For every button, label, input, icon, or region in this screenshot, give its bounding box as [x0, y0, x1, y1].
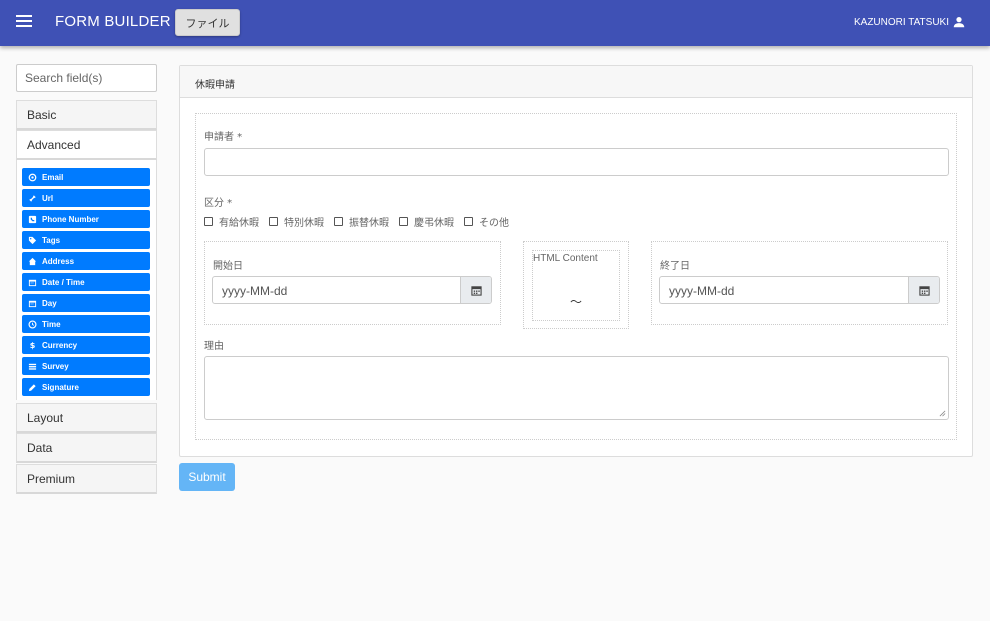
- end-date-field[interactable]: yyyy-MM-dd: [659, 276, 940, 304]
- hamburger-menu-icon[interactable]: [16, 15, 32, 29]
- option-label: 振替休暇: [349, 218, 389, 229]
- checkbox[interactable]: [204, 217, 213, 226]
- at-icon: [28, 173, 37, 182]
- file-menu-button[interactable]: ファイル: [175, 9, 240, 36]
- checkbox[interactable]: [269, 217, 278, 226]
- component-time-button[interactable]: Time: [22, 315, 150, 333]
- search-fields-input[interactable]: [16, 64, 157, 92]
- resize-handle-icon[interactable]: [939, 410, 946, 417]
- component-label: Date / Time: [42, 277, 85, 287]
- home-icon: [28, 257, 37, 266]
- start-date-label: 開始日: [213, 261, 243, 272]
- option-label: 特別休暇: [284, 218, 324, 229]
- account-icon: [953, 17, 965, 28]
- component-phone-number-button[interactable]: Phone Number: [22, 210, 150, 228]
- component-url-button[interactable]: Url: [22, 189, 150, 207]
- group-basic[interactable]: Basic: [16, 100, 157, 130]
- group-layout[interactable]: Layout: [16, 403, 157, 433]
- phone-icon: [28, 215, 37, 224]
- applicant-input[interactable]: [204, 148, 949, 176]
- start-date-input[interactable]: yyyy-MM-dd: [213, 277, 460, 303]
- dollar-icon: $: [29, 340, 36, 350]
- pencil-icon: [28, 383, 37, 392]
- checkbox[interactable]: [464, 217, 473, 226]
- category-checkbox-group: 有給休暇 特別休暇 振替休暇 慶弔休暇 その他: [204, 214, 519, 229]
- category-option-substitute-leave[interactable]: 振替休暇: [334, 214, 389, 229]
- component-label: Signature: [42, 382, 79, 392]
- end-date-input[interactable]: yyyy-MM-dd: [660, 277, 908, 303]
- component-label: Currency: [42, 340, 78, 350]
- checkbox[interactable]: [399, 217, 408, 226]
- checkbox[interactable]: [334, 217, 343, 226]
- end-date-label: 終了日: [660, 261, 690, 272]
- component-email-button[interactable]: Email: [22, 168, 150, 186]
- component-label: Tags: [42, 235, 61, 245]
- calendar-icon: [28, 299, 37, 308]
- app-bar: FORM BUILDER ファイル KAZUNORI TATSUKI: [0, 0, 990, 46]
- calendar-icon[interactable]: [908, 277, 939, 303]
- component-label: Survey: [42, 361, 69, 371]
- category-label: 区分 *: [204, 198, 233, 209]
- group-premium[interactable]: Premium: [16, 464, 157, 494]
- group-advanced[interactable]: Advanced: [16, 130, 157, 160]
- component-survey-button[interactable]: Survey: [22, 357, 150, 375]
- category-option-condolence-leave[interactable]: 慶弔休暇: [399, 214, 454, 229]
- calendar-icon: [28, 278, 37, 287]
- tags-icon: [28, 236, 37, 245]
- component-label: Phone Number: [42, 214, 99, 224]
- submit-button[interactable]: Submit: [179, 463, 235, 491]
- clock-icon: [28, 319, 37, 329]
- component-label: Url: [42, 193, 54, 203]
- category-option-special-leave[interactable]: 特別休暇: [269, 214, 324, 229]
- category-option-other[interactable]: その他: [464, 214, 509, 229]
- panel-title: 休暇申請: [180, 66, 972, 98]
- group-data[interactable]: Data: [16, 433, 157, 463]
- option-label: 慶弔休暇: [414, 218, 454, 229]
- component-day-button[interactable]: Day: [22, 294, 150, 312]
- component-label: Day: [42, 298, 57, 308]
- reason-label: 理由: [204, 341, 224, 352]
- category-option-paid-leave[interactable]: 有給休暇: [204, 214, 259, 229]
- list-icon: [28, 362, 37, 371]
- app-title: FORM BUILDER: [55, 13, 171, 30]
- component-label: Email: [42, 172, 64, 182]
- user-name: KAZUNORI TATSUKI: [853, 16, 949, 28]
- component-currency-button[interactable]: $ Currency: [22, 336, 150, 354]
- user-menu[interactable]: KAZUNORI TATSUKI: [854, 15, 966, 29]
- option-label: その他: [479, 218, 509, 229]
- option-label: 有給休暇: [219, 218, 259, 229]
- calendar-icon[interactable]: [460, 277, 491, 303]
- applicant-label: 申請者 *: [204, 132, 243, 143]
- component-address-button[interactable]: Address: [22, 252, 150, 270]
- component-tags-button[interactable]: Tags: [22, 231, 150, 249]
- reason-textarea[interactable]: [204, 356, 949, 420]
- link-icon: [28, 194, 37, 203]
- component-date-time-button[interactable]: Date / Time: [22, 273, 150, 291]
- start-date-field[interactable]: yyyy-MM-dd: [212, 276, 492, 304]
- component-label: Address: [42, 256, 75, 266]
- component-label: Time: [42, 319, 61, 329]
- html-content-text: ～: [570, 295, 583, 309]
- html-content-label: HTML Content: [533, 253, 598, 264]
- component-signature-button[interactable]: Signature: [22, 378, 150, 396]
